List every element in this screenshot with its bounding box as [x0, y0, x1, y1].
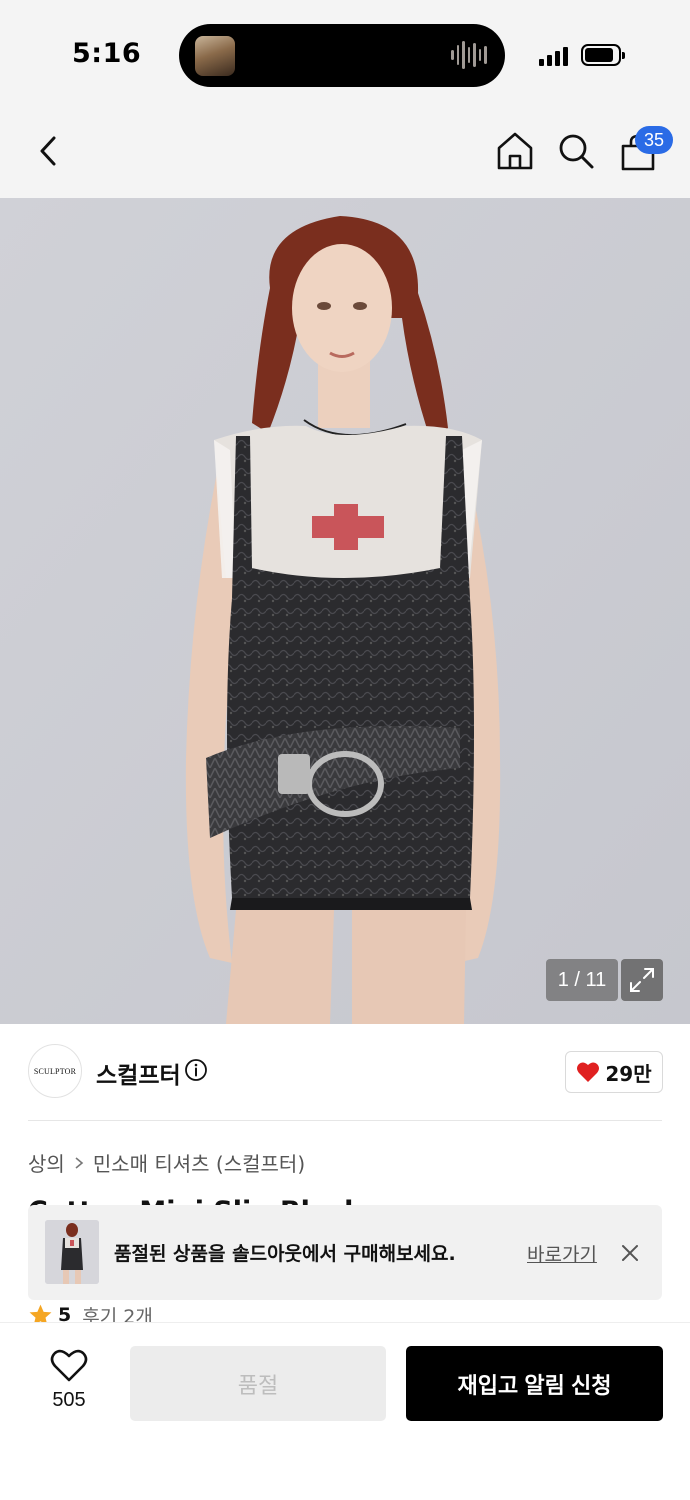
- brand-row: SCULPTOR 스컬프터 29만: [0, 1024, 690, 1122]
- info-icon[interactable]: [184, 1058, 208, 1082]
- heart-outline-icon[interactable]: [50, 1349, 88, 1383]
- heart-filled-icon: [577, 1062, 600, 1082]
- status-bar: 5:16: [0, 0, 690, 110]
- close-icon[interactable]: [618, 1241, 642, 1265]
- nav-bar: 35: [0, 110, 690, 198]
- status-time: 5:16: [72, 38, 142, 69]
- divider: [28, 1120, 662, 1121]
- banner-shortcut-link[interactable]: 바로가기: [527, 1240, 597, 1267]
- dynamic-island[interactable]: [179, 24, 505, 87]
- soldout-banner[interactable]: 품절된 상품을 솔드아웃에서 구매해보세요. 바로가기: [28, 1205, 662, 1300]
- banner-product-thumbnail: [45, 1220, 99, 1284]
- bottom-action-bar: 505 품절 재입고 알림 신청: [0, 1322, 690, 1500]
- model-photo: [0, 198, 690, 1024]
- home-icon[interactable]: [495, 130, 535, 172]
- audio-waveform-icon: [451, 40, 488, 70]
- cellular-signal-icon: [539, 44, 571, 66]
- brand-logo[interactable]: SCULPTOR: [28, 1044, 82, 1098]
- breadcrumb-subcategory[interactable]: 민소매 티셔츠 (스컬프터): [93, 1148, 305, 1177]
- product-image[interactable]: [0, 198, 690, 1024]
- brand-name[interactable]: 스컬프터: [96, 1056, 181, 1090]
- image-counter: 1 / 11: [546, 959, 618, 1001]
- chevron-right-icon: [75, 1156, 84, 1169]
- banner-message: 품절된 상품을 솔드아웃에서 구매해보세요.: [114, 1243, 456, 1265]
- restock-alert-button[interactable]: 재입고 알림 신청: [406, 1346, 663, 1421]
- breadcrumb-category[interactable]: 상의: [28, 1148, 65, 1177]
- breadcrumb: 상의 민소매 티셔츠 (스컬프터): [28, 1148, 305, 1177]
- now-playing-thumbnail: [195, 36, 235, 76]
- wishlist-count: 505: [52, 1389, 86, 1411]
- brand-like-button[interactable]: 29만: [565, 1051, 663, 1093]
- brand-like-count: 29만: [605, 1061, 652, 1086]
- expand-icon[interactable]: [621, 959, 663, 1001]
- battery-icon: [581, 44, 625, 66]
- back-icon[interactable]: [30, 128, 70, 174]
- soldout-button: 품절: [130, 1346, 386, 1421]
- cart-count-badge: 35: [635, 126, 673, 154]
- search-icon[interactable]: [556, 130, 596, 172]
